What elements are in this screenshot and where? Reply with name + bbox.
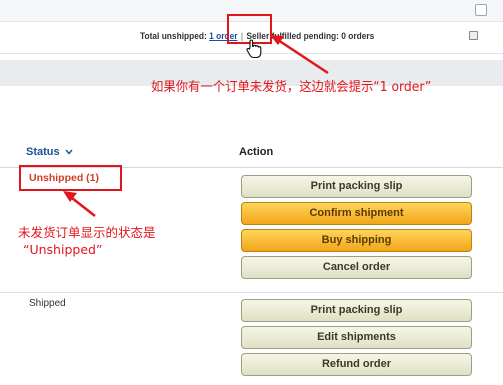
status-callout-line-2: “Unshipped” xyxy=(23,242,103,257)
status-column-header[interactable]: Status xyxy=(26,146,73,158)
order-count-callout: 如果你有一个订单未发货，这边就会提示“1 order” xyxy=(151,80,432,95)
action-column-header: Action xyxy=(239,146,274,158)
cancel-order-button[interactable]: Cancel order xyxy=(241,256,472,279)
buy-shipping-button[interactable]: Buy shipping xyxy=(241,229,472,252)
refund-order-button[interactable]: Refund order xyxy=(241,353,472,376)
order-status-shipped: Shipped xyxy=(29,298,66,309)
print-packing-slip-button[interactable]: Print packing slip xyxy=(241,175,472,198)
status-callout: 未发货订单显示的状态是 “Unshipped” xyxy=(18,224,156,258)
sort-chevron-down-icon xyxy=(65,149,73,155)
confirm-shipment-button[interactable]: Confirm shipment xyxy=(241,202,472,225)
print-packing-slip-button-shipped[interactable]: Print packing slip xyxy=(241,299,472,322)
edit-shipments-button[interactable]: Edit shipments xyxy=(241,326,472,349)
unshipped-status-highlight-box xyxy=(19,165,122,191)
row-divider xyxy=(0,292,503,293)
status-header-label: Status xyxy=(26,146,60,158)
status-callout-line-1: 未发货订单显示的状态是 xyxy=(18,225,156,240)
